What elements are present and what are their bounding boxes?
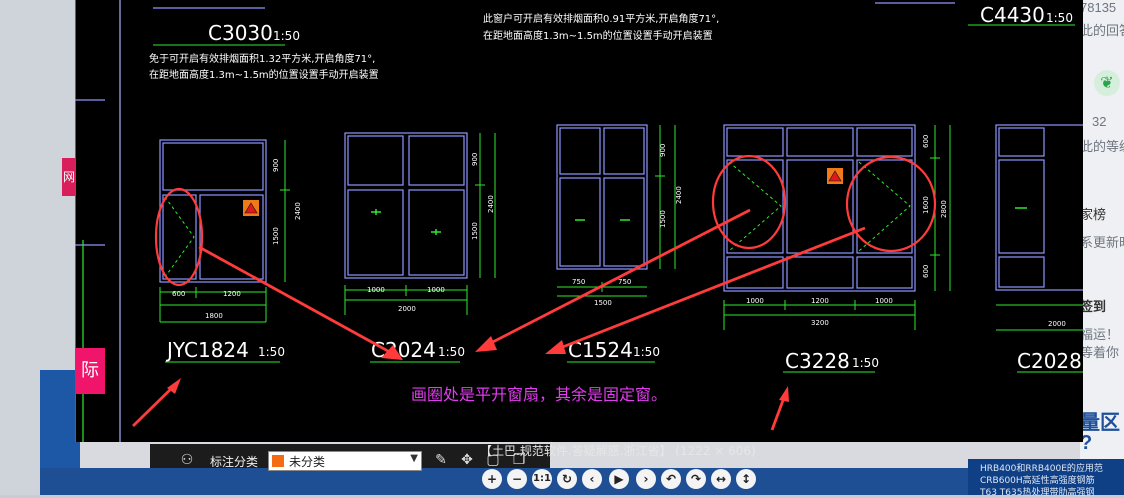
image-caption: 【土巴.规范软件.答疑解惑.浙江省】 (1222 × 606) <box>480 444 756 458</box>
play-button[interactable]: ▶ <box>609 469 629 489</box>
note-line: 免于可开启有效排烟面积1.32平方米,开启角度71°, <box>149 52 375 65</box>
dim-text: 1500 <box>471 222 479 240</box>
group-icon[interactable]: ⚇ <box>178 451 196 469</box>
dim-text: 600 <box>922 265 930 278</box>
dim-text: 1200 <box>811 297 829 305</box>
tag-category-value: 未分类 <box>289 455 326 469</box>
dim-text: 1500 <box>272 227 280 245</box>
rotate-right-button[interactable]: ↷ <box>686 469 706 489</box>
reset-button[interactable]: ↻ <box>557 469 577 489</box>
dim-text: 1000 <box>367 286 385 294</box>
dim-text: 1000 <box>875 297 893 305</box>
annotation-text: 画圈处是平开窗扇，其余是固定窗。 <box>411 385 668 404</box>
left-pink-badge: 际 <box>75 348 105 394</box>
chevron-down-icon: ▼ <box>410 453 418 464</box>
note-line: 在距地面高度1.3m~1.5m的位置设置手动开启装置 <box>483 29 713 42</box>
actual-size-button[interactable]: 1:1 <box>532 469 552 489</box>
level-number: 32 <box>1092 114 1107 129</box>
right-sidebar: 78135 此的回答 ❦ 32 此的等级 家榜 系更新时 签到 福运！ 等着你 … <box>1080 0 1124 495</box>
window-scale: 1:50 <box>852 356 879 370</box>
level-caption: 此的等级 <box>1080 139 1124 154</box>
viewer-controls: + − 1:1 ↻ ‹ ▶ › ↶ ↷ ↔ ↕ <box>478 467 762 493</box>
prev-button[interactable]: ‹ <box>582 469 602 489</box>
move-icon[interactable]: ✥ <box>458 451 476 469</box>
dim-text: 3200 <box>811 319 829 327</box>
dim-text: 600 <box>922 135 930 148</box>
window-scale: 1:50 <box>258 345 285 359</box>
label-c4430: C4430 <box>980 3 1045 27</box>
dim-text: 2400 <box>675 186 683 204</box>
dim-text: 1000 <box>427 286 445 294</box>
dim-text: 2000 <box>398 305 416 313</box>
dim-text: 2400 <box>294 202 302 220</box>
window-scale: 1:50 <box>438 345 465 359</box>
label-c3030: C3030 <box>208 21 273 45</box>
image-viewer[interactable]: C3030 1:50 C4430 1:50 免于可开启有效排烟面积1.32平方米… <box>75 0 1083 442</box>
stat-caption: 此的回答 <box>1080 23 1124 38</box>
window-label: JYC1824 <box>165 338 249 362</box>
label-scale: 1:50 <box>1046 11 1073 25</box>
window-label: C2028 <box>1017 349 1082 373</box>
window-label: C3228 <box>785 349 850 373</box>
note-line: 在距地面高度1.3m~1.5m的位置设置手动开启装置 <box>149 68 379 81</box>
related-link[interactable]: T63 T635热处理带肋高强钢 <box>980 485 1095 498</box>
signin-title[interactable]: 签到 <box>1080 296 1106 315</box>
edit-icon[interactable]: ✎ <box>432 451 450 469</box>
stat-number: 78135 <box>1080 0 1117 15</box>
zoom-out-button[interactable]: − <box>507 469 527 489</box>
dim-text: 1600 <box>922 196 930 214</box>
warning-icon <box>243 168 843 216</box>
rank-update: 系更新时 <box>1080 235 1124 250</box>
window-scale: 1:50 <box>633 345 660 359</box>
color-swatch <box>272 455 284 467</box>
signin-line1: 福运！ <box>1080 327 1120 342</box>
zoom-in-button[interactable]: + <box>482 469 502 489</box>
window-label: C2024 <box>371 338 436 362</box>
cad-drawing: C3030 1:50 C4430 1:50 免于可开启有效排烟面积1.32平方米… <box>75 0 1083 442</box>
dim-text: 2800 <box>940 200 948 218</box>
dim-text: 750 <box>572 278 585 286</box>
tag-category-select[interactable]: 未分类 ▼ <box>268 451 422 471</box>
dim-text: 2000 <box>1048 320 1066 328</box>
signin-line2: 等着你 <box>1080 345 1120 360</box>
note-line: 此窗户可开启有效排烟面积0.91平方米,开启角度71°, <box>483 12 719 25</box>
next-button[interactable]: › <box>636 469 656 489</box>
dim-text: 1500 <box>594 299 612 307</box>
dim-text: 1800 <box>205 312 223 320</box>
dim-text: 900 <box>659 144 667 157</box>
left-pink-tag: 网 <box>62 158 76 196</box>
dim-text: 750 <box>618 278 631 286</box>
quality-title: 量区 <box>1080 412 1120 434</box>
rank-title[interactable]: 家榜 <box>1080 204 1106 223</box>
dim-text: 900 <box>272 159 280 172</box>
dim-text: 600 <box>172 290 185 298</box>
dim-text: 900 <box>471 153 479 166</box>
related-links: HRB400和RRB400E的应用范 CRB600H高延性高强度钢筋 T63 T… <box>968 459 1124 498</box>
dim-text: 1200 <box>223 290 241 298</box>
flip-vertical-button[interactable]: ↕ <box>736 469 756 489</box>
tag-category-label: 标注分类 <box>210 455 259 469</box>
leaf-icon: ❦ <box>1094 70 1120 96</box>
highlight-circles <box>154 154 937 287</box>
flip-horizontal-button[interactable]: ↔ <box>711 469 731 489</box>
rotate-left-button[interactable]: ↶ <box>661 469 681 489</box>
dim-text: 2400 <box>487 195 495 213</box>
label-scale: 1:50 <box>273 29 300 43</box>
dim-text: 1000 <box>746 297 764 305</box>
left-blue-banner <box>40 370 80 470</box>
dim-text: 1500 <box>659 210 667 228</box>
